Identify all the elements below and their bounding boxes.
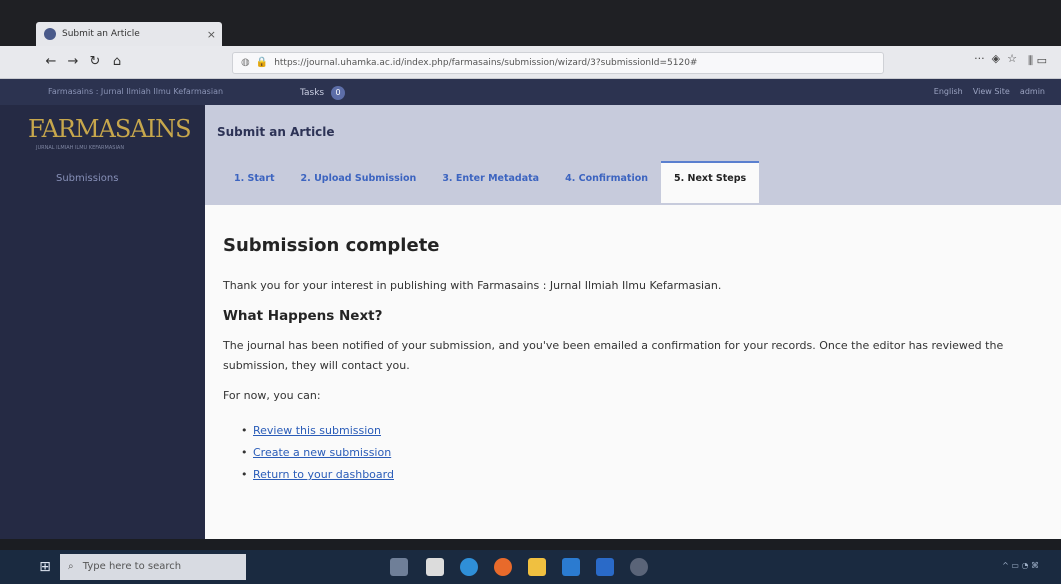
search-icon: ⌕ bbox=[68, 561, 74, 572]
browser-tab[interactable]: Submit an Article × bbox=[36, 22, 222, 46]
tasks-badge: 0 bbox=[331, 86, 345, 100]
taskbar-search[interactable]: ⌕ Type here to search bbox=[60, 554, 246, 580]
content-area: Submission complete Thank you for your i… bbox=[223, 235, 1053, 486]
tab-start[interactable]: 1. Start bbox=[221, 163, 288, 193]
tasks-label: Tasks bbox=[300, 88, 325, 98]
file-explorer-icon[interactable] bbox=[528, 558, 546, 576]
review-submission-link[interactable]: Review this submission bbox=[241, 420, 1053, 442]
pocket-icon[interactable]: ◈ bbox=[988, 52, 1003, 65]
language-link[interactable]: English bbox=[934, 87, 963, 96]
thank-you-text: Thank you for your interest in publishin… bbox=[223, 279, 722, 292]
firefox-icon[interactable] bbox=[494, 558, 512, 576]
store-icon[interactable] bbox=[426, 558, 444, 576]
wizard-tabs: 1. Start 2. Upload Submission 3. Enter M… bbox=[221, 161, 760, 203]
tab-upload-submission[interactable]: 2. Upload Submission bbox=[288, 163, 430, 193]
page-title: Submit an Article bbox=[217, 125, 335, 139]
tab-confirmation[interactable]: 4. Confirmation bbox=[552, 163, 661, 193]
for-now-text: For now, you can: bbox=[223, 389, 321, 402]
site-top-right: English View Site admin bbox=[934, 87, 1045, 96]
submission-complete-heading: Submission complete bbox=[223, 235, 440, 256]
taskbar: ⊞ ⌕ Type here to search ^ ▭ ◔ ⌘ bbox=[0, 550, 1061, 584]
screen: Submit an Article × ← → ↻ ⌂ ◍ 🔒 https://… bbox=[0, 0, 1061, 584]
url-text: https://journal.uhamka.ac.id/index.php/f… bbox=[274, 58, 698, 68]
app-icon[interactable] bbox=[630, 558, 648, 576]
site-top-bar: Farmasains : Jurnal Ilmiah Ilmu Kefarmas… bbox=[0, 79, 1061, 105]
web-page: Farmasains : Jurnal Ilmiah Ilmu Kefarmas… bbox=[0, 79, 1061, 539]
create-new-submission-link[interactable]: Create a new submission bbox=[241, 442, 1053, 464]
mail-icon[interactable] bbox=[562, 558, 580, 576]
user-menu[interactable]: admin bbox=[1020, 87, 1045, 96]
journal-logo-subtitle: JURNAL ILMIAH ILMU KEFARMASIAN bbox=[36, 145, 125, 151]
tab-next-steps[interactable]: 5. Next Steps bbox=[661, 161, 760, 203]
edge-icon[interactable] bbox=[460, 558, 478, 576]
tab-title: Submit an Article bbox=[62, 29, 140, 39]
library-icon[interactable]: ⫼ ▭ bbox=[1028, 54, 1047, 68]
next-steps-list: Review this submission Create a new subm… bbox=[223, 420, 1053, 486]
shield-icon: ◍ bbox=[241, 57, 250, 68]
header-band: Submit an Article 1. Start 2. Upload Sub… bbox=[205, 105, 1061, 205]
home-icon[interactable]: ⌂ bbox=[108, 53, 126, 71]
browser-nav-bar: ← → ↻ ⌂ ◍ 🔒 https://journal.uhamka.ac.id… bbox=[0, 46, 1061, 79]
url-tools: ··· ◈ ☆ bbox=[974, 52, 1017, 65]
journal-logo[interactable]: FARMASAINS bbox=[28, 115, 192, 143]
notification-text: The journal has been notified of your su… bbox=[223, 339, 1004, 372]
return-to-dashboard-link[interactable]: Return to your dashboard bbox=[241, 464, 1053, 486]
page-actions-menu[interactable]: ··· bbox=[974, 52, 985, 65]
word-icon[interactable] bbox=[596, 558, 614, 576]
reload-icon[interactable]: ↻ bbox=[86, 53, 104, 71]
journal-breadcrumb[interactable]: Farmasains : Jurnal Ilmiah Ilmu Kefarmas… bbox=[48, 87, 223, 96]
main-panel: Submit an Article 1. Start 2. Upload Sub… bbox=[205, 105, 1061, 539]
sidebar-item-submissions[interactable]: Submissions bbox=[56, 173, 118, 184]
back-icon[interactable]: ← bbox=[42, 53, 60, 71]
favicon-icon bbox=[44, 28, 56, 40]
star-icon[interactable]: ☆ bbox=[1007, 52, 1017, 65]
forward-icon[interactable]: → bbox=[64, 53, 82, 71]
tab-enter-metadata[interactable]: 3. Enter Metadata bbox=[429, 163, 552, 193]
search-placeholder: Type here to search bbox=[82, 561, 182, 572]
view-site-link[interactable]: View Site bbox=[973, 87, 1010, 96]
url-bar[interactable]: ◍ 🔒 https://journal.uhamka.ac.id/index.p… bbox=[232, 52, 884, 74]
system-tray[interactable]: ^ ▭ ◔ ⌘ bbox=[1002, 561, 1039, 570]
windows-start-icon[interactable]: ⊞ bbox=[36, 558, 54, 576]
tasks-button[interactable]: Tasks 0 bbox=[300, 86, 345, 100]
browser-tab-bar: Submit an Article × bbox=[0, 0, 1061, 46]
task-view-icon[interactable] bbox=[390, 558, 408, 576]
what-happens-next-heading: What Happens Next? bbox=[223, 308, 383, 324]
close-tab-icon[interactable]: × bbox=[207, 28, 216, 41]
sidebar: FARMASAINS JURNAL ILMIAH ILMU KEFARMASIA… bbox=[0, 105, 205, 539]
lock-icon: 🔒 bbox=[255, 57, 269, 68]
